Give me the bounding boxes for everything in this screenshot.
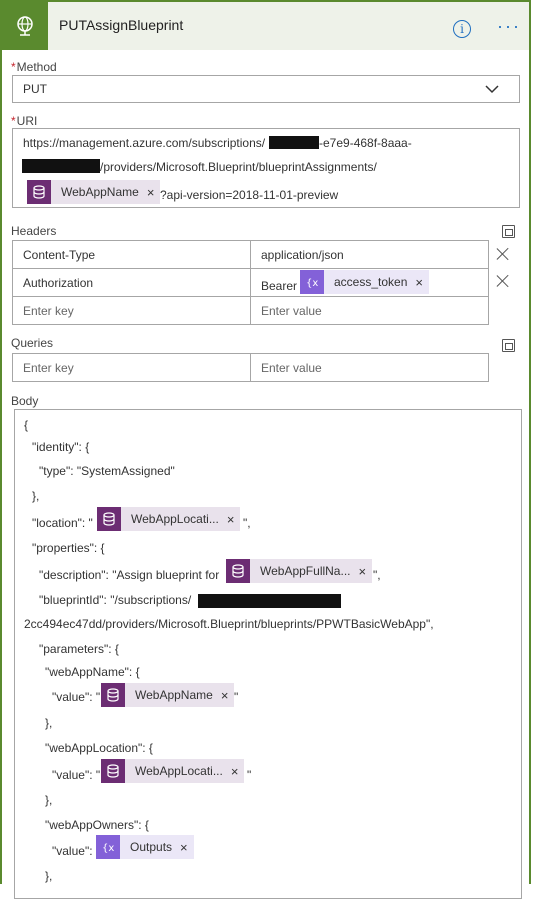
dynamic-content-token[interactable]: WebAppFullNa... ×: [226, 559, 373, 583]
uri-line2-text: /providers/Microsoft.Blueprint/blueprint…: [100, 160, 377, 174]
delete-row-icon[interactable]: [496, 274, 510, 288]
token-label: access_token: [334, 275, 408, 289]
redacted-block: [198, 594, 341, 608]
dynamic-content-token[interactable]: WebAppName ×: [101, 683, 235, 707]
switch-to-text-mode-icon[interactable]: [502, 339, 515, 352]
remove-token-icon[interactable]: ×: [180, 840, 194, 855]
remove-token-icon[interactable]: ×: [359, 564, 373, 579]
token-label: Outputs: [130, 840, 173, 854]
required-marker: *: [11, 114, 16, 128]
token-label: WebAppName: [135, 688, 213, 702]
body-line: "properties": {: [32, 541, 105, 555]
body-line: },: [45, 716, 53, 730]
header-key-cell[interactable]: Content-Type: [12, 240, 251, 269]
uri-label: *URI: [11, 114, 38, 128]
header-value-cell[interactable]: Bearer {x} access_token ×: [250, 268, 489, 297]
header-value-input[interactable]: Enter value: [250, 296, 489, 325]
queries-label: Queries: [11, 336, 54, 350]
switch-to-text-mode-icon[interactable]: [502, 225, 515, 238]
delete-row-icon[interactable]: [496, 247, 510, 261]
headers-label: Headers: [11, 224, 57, 238]
uri-line1-text: https://management.azure.com/subscriptio…: [23, 136, 266, 150]
http-action-card: PUTAssignBlueprint i ··· *Method PUT *UR…: [0, 0, 531, 899]
body-line: "identity": {: [32, 440, 90, 454]
svg-text:{x}: {x}: [306, 278, 318, 288]
database-icon: [101, 759, 125, 783]
globe-icon: [2, 2, 48, 50]
body-line: ",: [243, 516, 251, 530]
body-label: Body: [11, 394, 39, 408]
required-marker: *: [11, 60, 16, 74]
variable-icon: {x}: [96, 835, 120, 859]
body-line: ",: [373, 568, 381, 582]
remove-token-icon[interactable]: ×: [227, 512, 241, 527]
body-line: "webAppOwners": {: [45, 818, 149, 832]
token-label: WebAppFullNa...: [260, 564, 351, 578]
svg-text:{x}: {x}: [102, 843, 114, 853]
dynamic-content-token[interactable]: {x} Outputs ×: [96, 835, 194, 859]
database-icon: [27, 180, 51, 204]
body-line: "description": "Assign blueprint for: [39, 568, 220, 582]
token-label: WebAppLocati...: [135, 764, 223, 778]
method-dropdown[interactable]: PUT: [12, 75, 520, 103]
remove-token-icon[interactable]: ×: [231, 764, 245, 779]
body-line: "value": ": [52, 690, 101, 704]
body-line: ": [247, 768, 252, 782]
body-editor[interactable]: { "identity": { "type": "SystemAssigned"…: [14, 409, 522, 899]
token-label: WebAppLocati...: [131, 512, 219, 526]
chevron-down-icon: [485, 85, 499, 94]
redacted-block: [269, 136, 319, 149]
redacted-block: [22, 159, 100, 173]
body-line: "webAppLocation": {: [45, 741, 153, 755]
info-icon[interactable]: i: [453, 20, 471, 38]
header-value-cell[interactable]: application/json: [250, 240, 489, 269]
dynamic-content-token[interactable]: WebAppName ×: [27, 180, 161, 204]
body-line: },: [45, 793, 53, 807]
uri-input[interactable]: https://management.azure.com/subscriptio…: [12, 128, 520, 208]
body-line: },: [32, 489, 40, 503]
body-line: 2cc494ec47dd/providers/Microsoft.Bluepri…: [24, 617, 434, 631]
body-line: "location": ": [32, 516, 93, 530]
remove-token-icon[interactable]: ×: [415, 275, 429, 290]
remove-token-icon[interactable]: ×: [147, 185, 161, 200]
uri-line3-suffix: ?api-version=2018-11-01-preview: [160, 188, 339, 202]
body-line: "parameters": {: [39, 642, 119, 656]
dynamic-content-token[interactable]: WebAppLocati... ×: [101, 759, 245, 783]
database-icon: [101, 683, 125, 707]
card-header[interactable]: PUTAssignBlueprint i ···: [2, 2, 529, 50]
database-icon: [226, 559, 250, 583]
uri-line1-suffix: -e7e9-468f-8aaa-: [319, 136, 412, 150]
body-line: "value":: [52, 844, 93, 858]
body-line: "type": "SystemAssigned": [39, 464, 175, 478]
body-line: "value": ": [52, 768, 101, 782]
token-label: WebAppName: [61, 185, 139, 199]
query-key-input[interactable]: Enter key: [12, 353, 251, 382]
database-icon: [97, 507, 121, 531]
action-title[interactable]: PUTAssignBlueprint: [59, 17, 183, 33]
body-line: "webAppName": {: [45, 665, 140, 679]
body-line: },: [45, 869, 53, 883]
body-line: "blueprintId": "/subscriptions/: [39, 593, 192, 607]
more-options-icon[interactable]: ···: [497, 16, 521, 37]
dynamic-content-token[interactable]: {x} access_token ×: [300, 270, 429, 294]
header-key-cell[interactable]: Authorization: [12, 268, 251, 297]
remove-token-icon[interactable]: ×: [221, 688, 235, 703]
header-key-input[interactable]: Enter key: [12, 296, 251, 325]
method-value: PUT: [23, 82, 47, 96]
dynamic-content-token[interactable]: WebAppLocati... ×: [97, 507, 241, 531]
body-line: ": [234, 690, 239, 704]
method-label: *Method: [11, 60, 57, 74]
query-value-input[interactable]: Enter value: [250, 353, 489, 382]
variable-icon: {x}: [300, 270, 324, 294]
body-line: {: [24, 418, 29, 432]
